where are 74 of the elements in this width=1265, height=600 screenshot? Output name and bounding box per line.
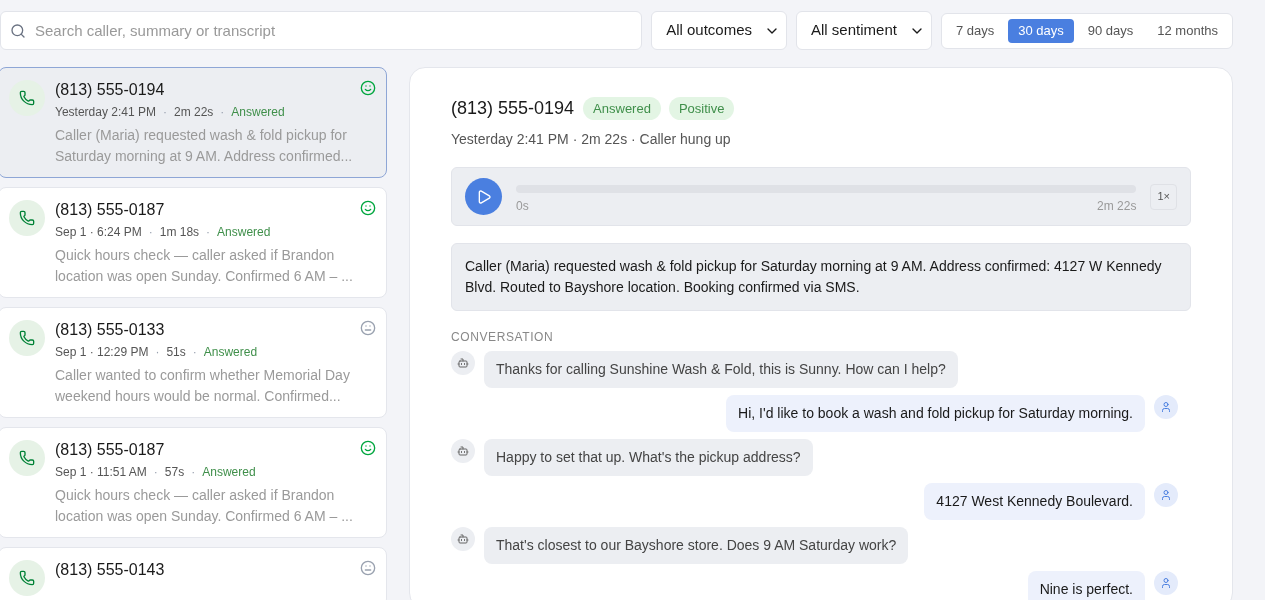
separator-dot: · (192, 344, 197, 361)
smiley-icon (360, 80, 376, 96)
range-tab[interactable]: 30 days (1008, 18, 1074, 43)
call-outcome: Answered (203, 344, 258, 361)
smiley-icon (360, 200, 376, 216)
search-field[interactable]: Search caller, summary or transcript (0, 11, 643, 50)
call-card[interactable]: (813) 555-0187 Sep 1 · 11:51 AM · 57s · Answered Quick hours check — caller asked if Brandon location was open Sunday. Confirmed 6 AM – ... (0, 427, 387, 538)
phone-icon (19, 210, 35, 226)
neutral-face-icon (360, 320, 376, 336)
call-summary: Caller (Maria) requested wash & fold pickup for Saturday morning at 9 AM. Address confirmed... (55, 126, 354, 166)
call-duration: 2m 22s (173, 104, 214, 121)
separator-dot: · (162, 104, 167, 121)
play-button[interactable] (465, 178, 502, 215)
separator-dot: · (191, 464, 196, 481)
call-card[interactable]: (813) 555-0194 Yesterday 2:41 PM · 2m 22s · Answered Caller (Maria) requested wash & fold pickup for Saturday morning at 9 AM. Address confirmed... (0, 67, 387, 178)
caller-message: 4127 West Kennedy Boulevard. (924, 483, 1145, 520)
caller-number: (813) 555-0187 (55, 200, 165, 220)
call-meta: Yesterday 2:41 PM · 2m 22s · Caller hung up (451, 130, 732, 149)
separator-dot: · (153, 464, 158, 481)
separator-dot: · (206, 224, 211, 241)
start-time: 0s (516, 197, 529, 215)
phone-icon (19, 90, 35, 106)
separator-dot: · (220, 104, 225, 121)
end-time: 2m 22s (1097, 197, 1137, 215)
caller-number: (813) 555-0143 (55, 560, 165, 580)
call-time: Sep 1 · 11:51 AM (55, 464, 147, 481)
call-card[interactable]: (813) 555-0133 Sep 1 · 12:29 PM · 51s · Answered Caller wanted to confirm whether Memorial Day weekend hours would be normal. Confirmed... (0, 307, 387, 418)
range-tab[interactable]: 7 days (945, 18, 1005, 43)
call-outcome: Answered (217, 224, 271, 241)
caller-message: Nine is perfect. (1027, 571, 1145, 600)
phone-icon (19, 570, 35, 586)
status-badge: Positive (668, 96, 735, 121)
phone-icon (19, 330, 35, 346)
caller-number: (813) 555-0133 (55, 320, 165, 340)
call-summary: Quick hours check — caller asked if Brandon location was open Sunday. Confirmed 6 AM – ... (55, 486, 354, 526)
agent-message: Happy to set that up. What's the pickup address? (484, 439, 813, 476)
range-tab[interactable]: 90 days (1077, 18, 1144, 43)
status-badge: Answered (583, 96, 661, 121)
section-heading: CONVERSATION (451, 329, 555, 346)
person-icon (1160, 489, 1172, 501)
call-card[interactable]: (813) 555-0143 (0, 547, 387, 600)
agent-message: Thanks for calling Sunshine Wash & Fold, this is Sunny. How can I help? (484, 351, 958, 388)
call-duration: 1m 18s (159, 224, 200, 241)
call-outcome: Answered (231, 104, 285, 121)
neutral-face-icon (360, 560, 376, 576)
robot-icon (457, 357, 469, 369)
search-icon (10, 23, 26, 39)
call-time: Sep 1 · 12:29 PM (55, 344, 149, 361)
separator-dot: · (155, 344, 160, 361)
person-icon (1160, 401, 1172, 413)
call-summary-box: Caller (Maria) requested wash & fold pickup for Saturday morning at 9 AM. Address confirmed: 4127 W Kennedy Blvd. Routed to Bayshore location. Booking confirmed via SMS. (451, 243, 1191, 311)
separator-dot: · (148, 224, 153, 241)
range-tab[interactable]: 12 months (1147, 18, 1228, 43)
call-duration: 57s (164, 464, 185, 481)
call-card[interactable]: (813) 555-0187 Sep 1 · 6:24 PM · 1m 18s · Answered Quick hours check — caller asked if Brandon location was open Sunday. Confirmed 6 AM – ... (0, 187, 387, 298)
caller-number: (813) 555-0194 (55, 80, 165, 100)
caller-message: Hi, I'd like to book a wash and fold pickup for Saturday morning. (726, 395, 1145, 432)
detail-caller-number: (813) 555-0194 (451, 97, 575, 120)
robot-icon (457, 533, 469, 545)
caller-number: (813) 555-0187 (55, 440, 165, 460)
filter-dropdown[interactable]: All outcomes (651, 11, 787, 50)
call-summary: Quick hours check — caller asked if Brandon location was open Sunday. Confirmed 6 AM – ... (55, 246, 354, 286)
call-duration: 51s (166, 344, 186, 361)
smiley-icon (360, 440, 376, 456)
filter-dropdown[interactable]: All sentiment (796, 11, 932, 50)
speed-button[interactable]: 1× (1150, 183, 1177, 210)
robot-icon (457, 445, 469, 457)
agent-message: That's closest to our Bayshore store. Does 9 AM Saturday work? (484, 527, 909, 564)
call-summary: Caller wanted to confirm whether Memorial Day weekend hours would be normal. Confirmed... (55, 366, 351, 406)
call-outcome: Answered (202, 464, 256, 481)
person-icon (1160, 577, 1172, 589)
call-time: Sep 1 · 6:24 PM (55, 224, 142, 241)
call-time: Yesterday 2:41 PM (55, 104, 156, 121)
phone-icon (19, 450, 35, 466)
